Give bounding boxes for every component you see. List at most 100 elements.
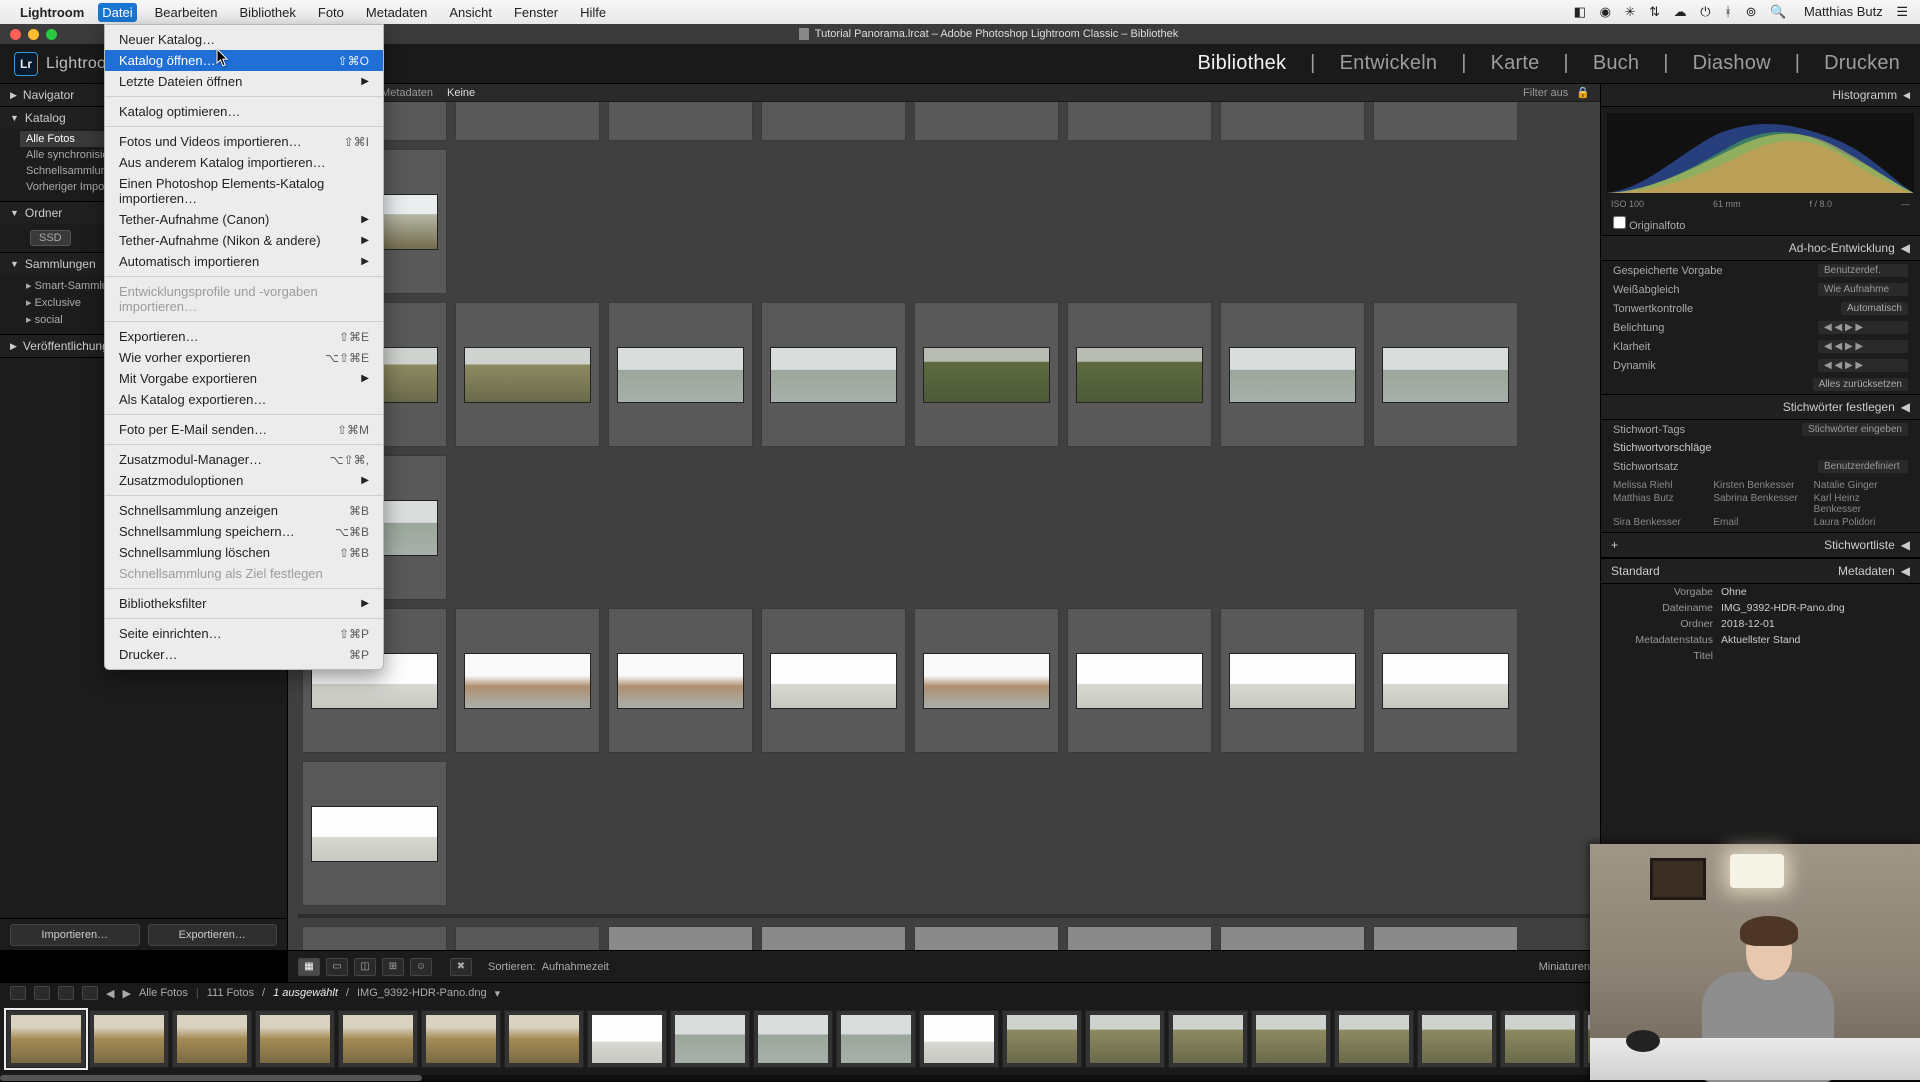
filmstrip-cell[interactable] <box>587 1010 667 1068</box>
filter-preset-label[interactable]: Filter aus <box>1523 87 1568 99</box>
clarity-stepper[interactable]: ◀ ◀ ▶ ▶ <box>1818 340 1908 353</box>
app-name[interactable]: Lightroom <box>20 5 84 20</box>
people-view-button[interactable]: ☺ <box>410 958 432 976</box>
grid-cell[interactable] <box>1220 302 1365 447</box>
menu-item[interactable]: Neuer Katalog… <box>105 29 383 50</box>
keywordlist-header[interactable]: +Stichwortliste◀ <box>1601 532 1920 558</box>
grid-cell[interactable] <box>914 102 1059 141</box>
filter-tab-metadaten[interactable]: Metadaten <box>381 87 433 99</box>
preset-value[interactable]: Benutzerdef. <box>1818 264 1908 277</box>
grid-cell[interactable] <box>1373 608 1518 753</box>
module-buch[interactable]: Buch <box>1593 52 1639 75</box>
export-button[interactable]: Exportieren… <box>148 924 278 946</box>
filmstrip-cell[interactable] <box>1417 1010 1497 1068</box>
menu-item[interactable]: Fotos und Videos importieren…⇧⌘I <box>105 131 383 152</box>
grid-cell[interactable] <box>1067 608 1212 753</box>
menu-bearbeiten[interactable]: Bearbeiten <box>151 3 222 22</box>
second-monitor-1[interactable] <box>10 986 26 1000</box>
grid-cell[interactable] <box>455 608 600 753</box>
grid-view-button[interactable]: ▦ <box>298 958 320 976</box>
menu-item[interactable]: Schnellsammlung anzeigen⌘B <box>105 500 383 521</box>
histogram-header[interactable]: Histogramm◀ <box>1601 84 1920 107</box>
grid-cell[interactable] <box>1373 102 1518 141</box>
tray-icon[interactable]: ⇅ <box>1649 4 1660 19</box>
grid-cell[interactable] <box>608 608 753 753</box>
thumbnail-grid[interactable] <box>288 102 1600 950</box>
grid-cell[interactable] <box>914 302 1059 447</box>
survey-view-button[interactable]: ⊞ <box>382 958 404 976</box>
menu-item[interactable]: Letzte Dateien öffnen▶ <box>105 71 383 92</box>
menu-datei[interactable]: Datei <box>98 3 136 22</box>
grid-cell[interactable] <box>455 302 600 447</box>
module-diashow[interactable]: Diashow <box>1693 52 1771 75</box>
menu-item[interactable]: Seite einrichten…⇧⌘P <box>105 623 383 644</box>
loupe-view-button[interactable]: ▭ <box>326 958 348 976</box>
grid-cell[interactable] <box>761 608 906 753</box>
meta-value[interactable]: Ohne <box>1721 586 1747 598</box>
compare-view-button[interactable]: ◫ <box>354 958 376 976</box>
filmstrip-cell[interactable] <box>1251 1010 1331 1068</box>
module-bibliothek[interactable]: Bibliothek <box>1197 52 1286 75</box>
filmstrip-cell[interactable] <box>172 1010 252 1068</box>
grid-cell[interactable] <box>302 761 447 906</box>
grid-cell[interactable] <box>1220 102 1365 141</box>
grid-cell[interactable] <box>302 926 447 950</box>
menu-item[interactable]: Als Katalog exportieren… <box>105 389 383 410</box>
filmstrip-cell[interactable] <box>753 1010 833 1068</box>
adhoc-header[interactable]: Ad-hoc-Entwicklung◀ <box>1601 235 1920 261</box>
module-drucken[interactable]: Drucken <box>1824 52 1900 75</box>
import-button[interactable]: Importieren… <box>10 924 140 946</box>
filmstrip-cell[interactable] <box>1500 1010 1580 1068</box>
tray-icon[interactable]: ☁ <box>1674 4 1687 19</box>
filmstrip-cell[interactable] <box>670 1010 750 1068</box>
meta-value[interactable]: Aktuellster Stand <box>1721 634 1800 646</box>
grid-cell[interactable] <box>1220 608 1365 753</box>
keyword-suggestion[interactable]: Melissa Riehl <box>1613 480 1707 491</box>
menu-item[interactable]: Zusatzmodul-Manager…⌥⇧⌘, <box>105 449 383 470</box>
menu-metadaten[interactable]: Metadaten <box>362 3 431 22</box>
tray-icon[interactable]: ◉ <box>1600 4 1611 19</box>
filmstrip-cell[interactable] <box>338 1010 418 1068</box>
exposure-stepper[interactable]: ◀ ◀ ▶ ▶ <box>1818 321 1908 334</box>
menu-ansicht[interactable]: Ansicht <box>445 3 496 22</box>
keyword-suggestion[interactable]: Kirsten Benkesser <box>1713 480 1807 491</box>
keyword-tags-input[interactable]: Stichwörter eingeben <box>1802 423 1908 436</box>
filmstrip-cell[interactable] <box>836 1010 916 1068</box>
filmstrip-cell[interactable] <box>421 1010 501 1068</box>
module-karte[interactable]: Karte <box>1491 52 1540 75</box>
grid-cell[interactable] <box>455 926 600 950</box>
grid-cell[interactable] <box>761 102 906 141</box>
keyword-suggestion[interactable]: Laura Polidori <box>1814 517 1908 528</box>
folder-drive[interactable]: SSD <box>30 230 71 246</box>
keyword-suggestion[interactable]: Email <box>1713 517 1807 528</box>
grid-cell[interactable] <box>608 102 753 141</box>
menu-bibliothek[interactable]: Bibliothek <box>236 3 300 22</box>
menu-item[interactable]: Wie vorher exportieren⌥⇧⌘E <box>105 347 383 368</box>
filmstrip-cell[interactable] <box>919 1010 999 1068</box>
lock-icon[interactable]: 🔒 <box>1576 86 1590 99</box>
nav-back-icon[interactable]: ◀ <box>106 987 114 1000</box>
grid-cell[interactable] <box>914 926 1059 950</box>
tone-auto-button[interactable]: Automatisch <box>1841 302 1908 315</box>
menu-item[interactable]: Exportieren…⇧⌘E <box>105 326 383 347</box>
grid-cell[interactable] <box>1067 302 1212 447</box>
keyword-suggestion[interactable]: Sira Benkesser <box>1613 517 1707 528</box>
keywords-header[interactable]: Stichwörter festlegen◀ <box>1601 394 1920 420</box>
menu-item[interactable]: Katalog optimieren… <box>105 101 383 122</box>
menu-item[interactable]: Tether-Aufnahme (Nikon & andere)▶ <box>105 230 383 251</box>
original-checkbox[interactable]: Originalfoto <box>1613 216 1685 232</box>
menu-item[interactable]: Tether-Aufnahme (Canon)▶ <box>105 209 383 230</box>
filmstrip-source[interactable]: Alle Fotos <box>139 987 188 999</box>
keyword-suggestion[interactable]: Matthias Butz <box>1613 493 1707 515</box>
wb-value[interactable]: Wie Aufnahme <box>1818 283 1908 296</box>
grid-cell[interactable] <box>761 302 906 447</box>
vibrance-stepper[interactable]: ◀ ◀ ▶ ▶ <box>1818 359 1908 372</box>
keyword-set-value[interactable]: Benutzerdefiniert <box>1818 460 1908 473</box>
grid-cell[interactable] <box>1067 102 1212 141</box>
grid-mode-icon[interactable] <box>58 986 74 1000</box>
grid-cell[interactable] <box>455 102 600 141</box>
menu-item[interactable]: Foto per E-Mail senden…⇧⌘M <box>105 419 383 440</box>
menu-item[interactable]: Bibliotheksfilter▶ <box>105 593 383 614</box>
grid-cell[interactable] <box>914 608 1059 753</box>
meta-value[interactable]: IMG_9392-HDR-Pano.dng <box>1721 602 1845 614</box>
